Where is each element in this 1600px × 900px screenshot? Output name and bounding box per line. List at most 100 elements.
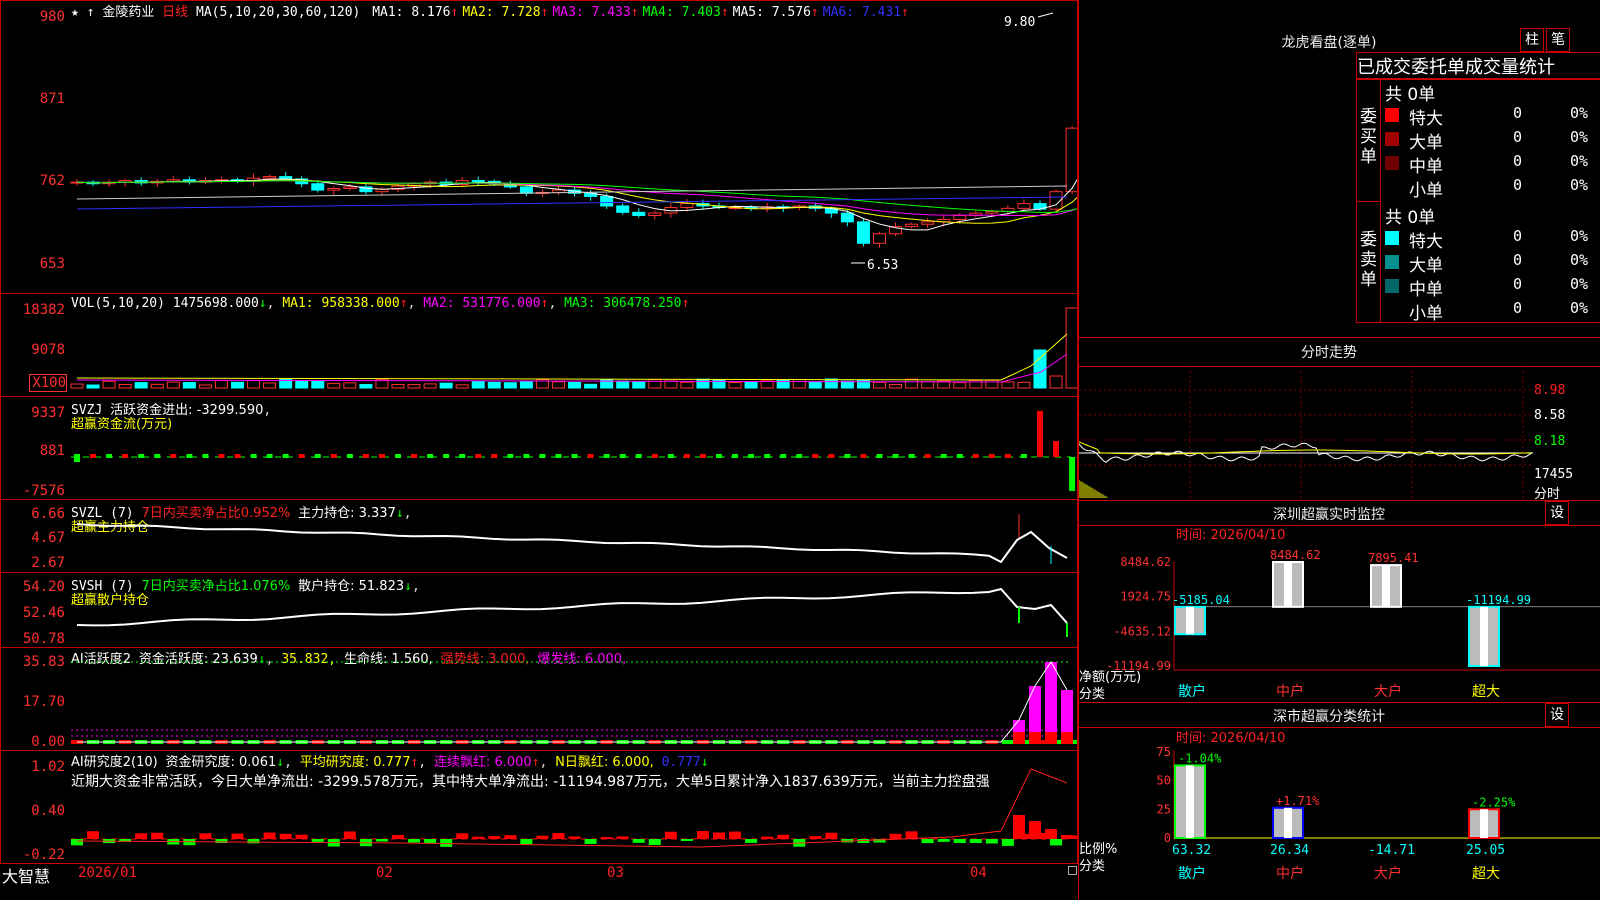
ai-research-panel[interactable]: AI研究度2(10) 资金研究度: 0.061↓, 平均研究度: 0.777↑,… (0, 750, 1078, 864)
research-bar (552, 833, 565, 839)
volume-bar (552, 381, 565, 389)
intraday-tick: 8.18 (1534, 434, 1566, 449)
flow-bar (764, 454, 771, 458)
flow-bar (571, 454, 578, 458)
flow-bar (298, 454, 305, 458)
order-type: 特大 (1409, 109, 1443, 129)
order-color-swatch (1385, 132, 1399, 146)
flow-bar (908, 454, 915, 458)
classify-tick: 75 (1157, 745, 1171, 759)
tick-mode-button[interactable]: 笔 (1546, 28, 1570, 52)
volume-bar (407, 384, 421, 389)
order-type: 特大 (1409, 232, 1443, 252)
moving-average-line (76, 180, 1077, 217)
price-panel[interactable]: ★ ↑ 金陵药业 日线 MA(5,10,20,30,60,120) MA1: 8… (0, 0, 1078, 294)
order-pct: 0% (1570, 176, 1589, 194)
volume-bar (487, 381, 501, 389)
research-bar (905, 831, 918, 839)
classify-header: 深市超赢分类统计 设 (1079, 702, 1600, 728)
flow-bar (523, 454, 530, 458)
volume-bar (616, 380, 630, 389)
svzl-panel[interactable]: SVZL (7) 7日内买卖净占比0.952% 主力持仓: 3.337↓, 超赢… (0, 499, 1078, 573)
monitor-bar-highlight (1480, 606, 1488, 666)
candlestick-chart[interactable] (1, 1, 1077, 293)
svsh-panel[interactable]: SVSH (7) 7日内买卖净占比1.076% 散户持仓: 51.823↓, 超… (0, 572, 1078, 648)
flow-bar (972, 454, 979, 458)
flow-bar (459, 454, 466, 458)
candlestick (552, 189, 565, 193)
flow-bar (250, 454, 257, 458)
svzj-panel[interactable]: SVZJ 活跃资金进出: -3299.590, 超赢资金流(万元) 9337 8… (0, 396, 1078, 500)
flow-bar (683, 454, 690, 458)
flow-bar (796, 454, 803, 458)
flow-bar (186, 454, 193, 458)
lock-icon[interactable] (1068, 866, 1077, 875)
order-type: 大单 (1409, 256, 1443, 276)
research-bar (408, 839, 421, 843)
flow-bar (346, 454, 353, 458)
research-bars (71, 768, 1077, 848)
flow-bar (314, 454, 321, 458)
ma6-line (76, 196, 1068, 210)
flow-bar (780, 454, 787, 458)
volume-panel[interactable]: VOL(5,10,20) 1475698.000↓, MA1: 958338.0… (0, 293, 1078, 397)
research-bar (648, 839, 661, 846)
research-bar (247, 839, 260, 844)
flow-bar (1020, 454, 1027, 458)
flow-bar (395, 454, 401, 458)
monitor-settings-button[interactable]: 设 (1545, 501, 1569, 525)
volume-bar (166, 381, 180, 389)
flow-bar (539, 454, 546, 458)
research-bar (969, 839, 982, 843)
candlestick (648, 212, 662, 216)
order-stats-table: 委买单 委卖单 共 0单 共 0单 特大 0 0% 大单 0 0% 中单 0 0% 小单 0 0% 特… (1356, 78, 1600, 324)
research-bar (696, 831, 709, 839)
ai-activity-panel[interactable]: AI活跃度2 资金活跃度: 23.639↓, 35.832, 生命线: 1.56… (0, 647, 1078, 751)
classify-settings-button[interactable]: 设 (1545, 703, 1569, 727)
flow-bar (154, 454, 161, 458)
flow-bar (282, 454, 289, 458)
flow-bar (603, 454, 610, 458)
volume-bar (182, 382, 196, 389)
flow-bar (507, 454, 514, 458)
research-bar (472, 836, 485, 839)
flow-bar (876, 454, 883, 458)
volume-bar (118, 383, 132, 389)
order-row: 中单 0 0% (1385, 152, 1600, 177)
activity-bar (1001, 740, 1014, 744)
research-bar (263, 832, 276, 839)
candlestick (600, 195, 614, 207)
monitor-tick: -4635.12 (1113, 624, 1171, 638)
research-bar (279, 833, 292, 839)
classify-category: 大户 (1374, 865, 1402, 882)
research-bar (231, 833, 244, 839)
candlestick (680, 203, 694, 209)
capital-flow-bars (71, 411, 1076, 491)
research-bar (729, 831, 742, 839)
bar-mode-button[interactable]: 柱 (1520, 28, 1544, 52)
buy-orders-title: 委买单 (1357, 79, 1381, 201)
flow-bar (988, 454, 995, 458)
volume-bar (568, 381, 582, 389)
research-line (76, 768, 1068, 848)
order-color-swatch (1385, 180, 1399, 194)
research-bar (1013, 815, 1025, 839)
volume-bar (873, 381, 886, 389)
volume-bar (423, 383, 437, 389)
volume-bar (359, 384, 373, 389)
x-axis: 大智慧 2026/01 02 03 04 (0, 863, 1078, 886)
volume-bar (471, 380, 485, 389)
research-bar (745, 839, 758, 843)
volume-bar (327, 382, 341, 389)
candlestick (343, 186, 357, 189)
flow-bar (138, 454, 145, 458)
volume-bar (696, 378, 710, 389)
left-chart-area[interactable]: ★ ↑ 金陵药业 日线 MA(5,10,20,30,60,120) MA1: 8… (0, 0, 1078, 886)
intraday-chart[interactable] (1079, 366, 1600, 500)
order-count: 0 (1513, 227, 1523, 245)
volume-bar (1001, 381, 1015, 389)
research-bar (953, 839, 966, 843)
candlestick (471, 180, 485, 183)
order-pct: 0% (1570, 251, 1589, 269)
order-pct: 0% (1570, 299, 1589, 317)
